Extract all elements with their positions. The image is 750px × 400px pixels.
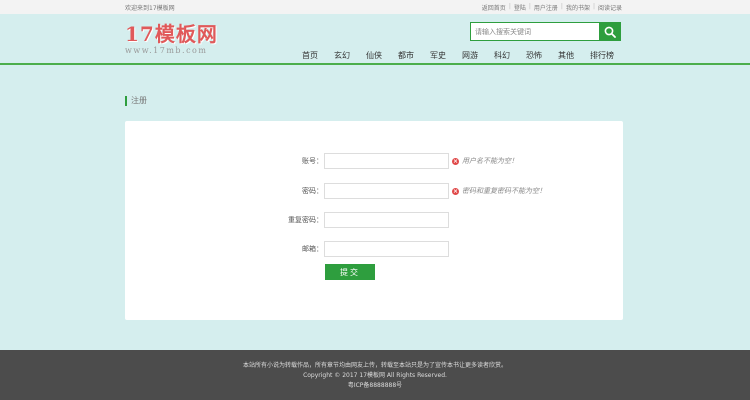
separator: | — [560, 3, 563, 10]
register-panel: 账号： × 用户名不能为空！ 密码： × 密码和重复密码不能为空！ 重复密码： … — [125, 121, 623, 320]
nav-home[interactable]: 首页 — [302, 50, 318, 61]
logo-title: 17模板网 — [125, 22, 218, 46]
error-icon: × — [452, 187, 459, 195]
email-label: 邮箱： — [302, 245, 323, 253]
confirm-password-row: 重复密码： — [125, 212, 323, 228]
page-title: 注册 — [125, 96, 147, 106]
history-link[interactable]: 阅读记录 — [598, 3, 622, 12]
nav-xianxia[interactable]: 仙侠 — [366, 50, 382, 61]
header: 17模板网 www.17mb.com 首页 玄幻 仙侠 都市 军史 网游 科幻 … — [0, 14, 750, 65]
username-row: 账号： — [125, 153, 323, 169]
separator: | — [592, 3, 595, 10]
separator: | — [508, 3, 511, 10]
nav-junshi[interactable]: 军史 — [430, 50, 446, 61]
main-nav: 首页 玄幻 仙侠 都市 军史 网游 科幻 恐怖 其他 排行榜 — [302, 47, 614, 63]
nav-dushi[interactable]: 都市 — [398, 50, 414, 61]
search-input[interactable] — [470, 22, 599, 41]
username-field[interactable] — [324, 153, 449, 169]
password-row: 密码： — [125, 183, 323, 199]
email-field[interactable] — [324, 241, 449, 257]
nav-wangyou[interactable]: 网游 — [462, 50, 478, 61]
nav-kehuan[interactable]: 科幻 — [494, 50, 510, 61]
search-button[interactable] — [599, 22, 621, 41]
logo-url: www.17mb.com — [125, 46, 208, 55]
username-error-text: 用户名不能为空！ — [462, 157, 518, 165]
email-row: 邮箱： — [125, 241, 323, 257]
error-icon: × — [452, 157, 459, 165]
footer-icp: 粤ICP备8888888号 — [347, 382, 403, 389]
nav-qita[interactable]: 其他 — [558, 50, 574, 61]
separator: | — [528, 3, 531, 10]
footer-disclaimer: 本站所有小说为转载作品，所有章节均由网友上传，转载至本站只是为了宣传本书让更多读… — [242, 362, 507, 369]
password-error: × 密码和重复密码不能为空！ — [452, 186, 546, 196]
footer-copyright: Copyright © 2017 17模板网 All Rights Reserv… — [303, 372, 447, 379]
bookshelf-link[interactable]: 我的书架 — [566, 3, 590, 12]
nav-kongbu[interactable]: 恐怖 — [526, 50, 542, 61]
footer: 本站所有小说为转载作品，所有章节均由网友上传，转载至本站只是为了宣传本书让更多读… — [0, 350, 750, 400]
search-bar — [470, 22, 621, 41]
register-link[interactable]: 用户注册 — [534, 3, 558, 12]
nav-ranking[interactable]: 排行榜 — [590, 50, 614, 61]
confirm-password-label: 重复密码： — [288, 216, 323, 224]
site-logo[interactable]: 17模板网 www.17mb.com — [125, 22, 235, 62]
password-label: 密码： — [302, 187, 323, 195]
confirm-password-field[interactable] — [324, 212, 449, 228]
username-label: 账号： — [302, 157, 323, 165]
submit-button[interactable]: 提交 — [325, 264, 375, 280]
home-link[interactable]: 返回首页 — [482, 3, 506, 12]
search-icon — [604, 26, 616, 38]
password-field[interactable] — [324, 183, 449, 199]
top-links: 返回首页 | 登陆 | 用户注册 | 我的书架 | 阅读记录 — [482, 3, 622, 12]
top-bar: 欢迎来到17模板网 返回首页 | 登陆 | 用户注册 | 我的书架 | 阅读记录 — [0, 0, 750, 14]
username-error: × 用户名不能为空！ — [452, 156, 518, 166]
welcome-text: 欢迎来到17模板网 — [125, 5, 175, 12]
nav-xuanhuan[interactable]: 玄幻 — [334, 50, 350, 61]
login-link[interactable]: 登陆 — [514, 3, 526, 12]
password-error-text: 密码和重复密码不能为空！ — [462, 187, 546, 195]
